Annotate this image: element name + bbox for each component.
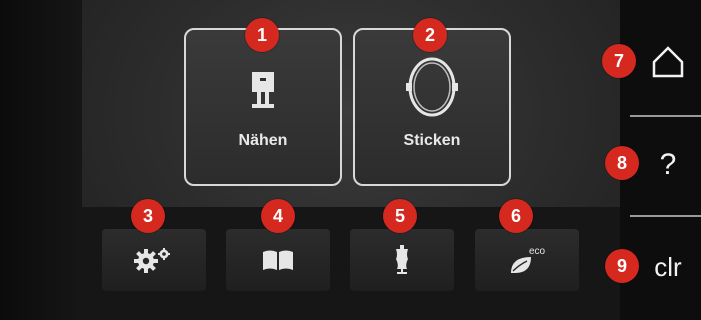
home-button[interactable]	[638, 32, 698, 92]
help-icon: ?	[659, 148, 677, 181]
left-strip	[0, 0, 82, 320]
embroidery-mode-label: Sticken	[403, 132, 461, 149]
creative-consultant-button[interactable]	[350, 229, 454, 291]
dress-form-icon	[396, 245, 408, 274]
settings-button[interactable]	[102, 229, 206, 291]
eco-badge: eco	[529, 246, 546, 257]
clear-button[interactable]: clr	[638, 237, 698, 297]
callout-6: 6	[499, 199, 533, 233]
callout-8: 8	[605, 146, 639, 180]
clear-label: clr	[654, 252, 682, 282]
book-icon	[263, 250, 293, 270]
callout-1: 1	[245, 18, 279, 52]
callout-4: 4	[261, 199, 295, 233]
callout-7: 7	[602, 44, 636, 78]
side-divider-top	[630, 115, 701, 117]
eco-mode-button[interactable]: eco	[475, 229, 579, 291]
help-button[interactable]: ?	[638, 135, 698, 195]
eco-leaf-icon: eco	[511, 246, 546, 273]
sewing-machine-home-screen: Nähen Sticken eco ? clr 1 2 3 4 5 6 7 8 …	[0, 0, 701, 320]
callout-2: 2	[413, 18, 447, 52]
sew-mode-label: Nähen	[238, 132, 288, 149]
presser-foot-icon	[186, 70, 340, 115]
home-icon	[652, 46, 684, 78]
callout-5: 5	[383, 199, 417, 233]
gear-icon	[134, 248, 170, 273]
side-divider-bottom	[630, 215, 701, 217]
tutorial-book-button[interactable]	[226, 229, 330, 291]
callout-9: 9	[605, 249, 639, 283]
embroidery-hoop-icon	[355, 56, 509, 123]
callout-3: 3	[131, 199, 165, 233]
